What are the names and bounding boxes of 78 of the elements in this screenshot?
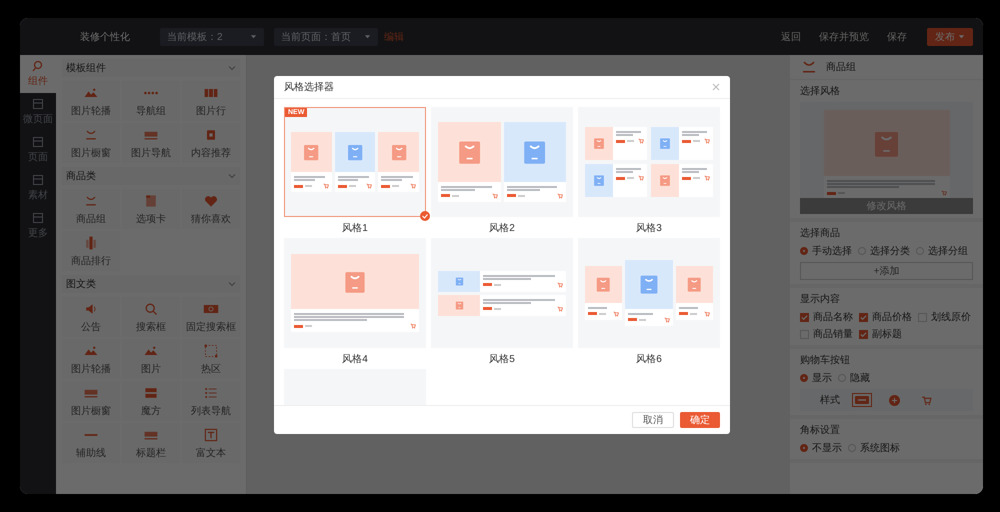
caret-icon <box>250 33 257 40</box>
tag-icon <box>855 396 869 404</box>
style-preview-drawing[interactable] <box>578 107 720 217</box>
section-title: 选择商品 <box>800 226 841 240</box>
rail-tab[interactable]: 组件 <box>20 55 56 93</box>
style-label: 风格6 <box>636 352 662 366</box>
publish-button[interactable]: 发布 <box>927 28 973 46</box>
toolbar-action[interactable]: 保存 <box>883 30 911 44</box>
section-title: 选择风格 <box>800 84 841 98</box>
frame-icon <box>203 342 219 358</box>
cart-icon <box>557 282 563 288</box>
plus-icon <box>888 394 900 406</box>
radio-option[interactable]: 选择分类 <box>858 244 910 258</box>
toolbar-action[interactable]: 返回 <box>777 30 805 44</box>
cart-icon <box>704 175 710 181</box>
dialog-title: 风格选择器 <box>284 80 334 94</box>
section-title: 角标设置 <box>800 424 841 437</box>
square-icon <box>32 136 44 148</box>
cart-icon <box>940 190 946 196</box>
cart-icon <box>920 394 932 406</box>
cart-icon <box>664 316 670 323</box>
caret-icon <box>958 33 965 40</box>
confirm-button[interactable]: 确定 <box>680 412 720 428</box>
square-icon <box>32 98 44 110</box>
cart-icon <box>612 310 619 317</box>
toolbar-action[interactable]: 保存并预览 <box>815 30 873 44</box>
radio-option[interactable]: 选择分组 <box>916 244 968 258</box>
checkbox-option[interactable]: 商品名称 <box>800 310 853 324</box>
add-button[interactable]: +添加 <box>800 262 973 280</box>
doc-icon <box>203 426 219 442</box>
check-icon <box>420 211 430 221</box>
style-preview-drawing[interactable] <box>431 238 573 348</box>
checkbox-option[interactable]: 商品价格 <box>859 310 912 324</box>
cancel-button[interactable]: 取消 <box>632 412 674 428</box>
radio-option[interactable]: 不显示 <box>800 441 842 455</box>
field-label: 样式 <box>820 394 840 407</box>
radio-option[interactable]: 显示 <box>800 371 832 385</box>
cart-icon <box>322 183 329 190</box>
checkbox-option[interactable]: 副标题 <box>859 327 902 341</box>
style-label: 风格1 <box>342 222 368 235</box>
edit-link[interactable]: 编辑 <box>384 30 404 44</box>
checkbox-option[interactable]: 划线原价 <box>918 310 971 324</box>
cart-icon <box>557 306 563 312</box>
line-icon <box>83 432 99 436</box>
style-preview-drawing[interactable] <box>431 107 573 217</box>
section-title: 显示内容 <box>800 292 841 306</box>
cart-icon <box>704 310 710 317</box>
checkbox-option[interactable]: 商品销量 <box>800 327 853 341</box>
caret-icon <box>364 33 371 40</box>
square-icon <box>32 174 44 186</box>
page-select[interactable]: 当前页面：首页 <box>274 28 378 46</box>
radio-option[interactable]: 系统图标 <box>848 441 900 455</box>
cart-style-option[interactable] <box>852 393 872 407</box>
panel-title: 商品组 <box>826 60 856 74</box>
bag-icon <box>800 59 818 75</box>
square-icon <box>32 212 44 224</box>
cart-icon <box>638 138 644 144</box>
style-label: 风格3 <box>636 222 662 235</box>
template-select[interactable]: 当前模板：2 <box>160 28 264 46</box>
style-label: 风格2 <box>489 222 515 235</box>
style-preview-drawing[interactable] <box>284 238 426 348</box>
radio-option[interactable]: 隐藏 <box>838 371 870 385</box>
cart-icon <box>638 175 644 181</box>
section-title: 购物车按钮 <box>800 354 851 367</box>
dots-icon <box>143 90 159 94</box>
cart-icon <box>366 183 372 190</box>
cart-icon <box>410 183 416 190</box>
search-icon <box>32 60 44 72</box>
cart-icon <box>704 138 710 144</box>
search-icon <box>143 300 159 316</box>
style-label: 风格4 <box>342 352 368 366</box>
app-title: 装修个性化 <box>80 30 131 44</box>
style-label: 风格5 <box>489 352 515 366</box>
style-preview-drawing[interactable] <box>578 238 720 348</box>
cart-icon <box>410 323 416 329</box>
radio-option[interactable]: 手动选择 <box>800 244 852 258</box>
cart-icon <box>492 192 498 199</box>
cart-icon <box>557 192 563 199</box>
